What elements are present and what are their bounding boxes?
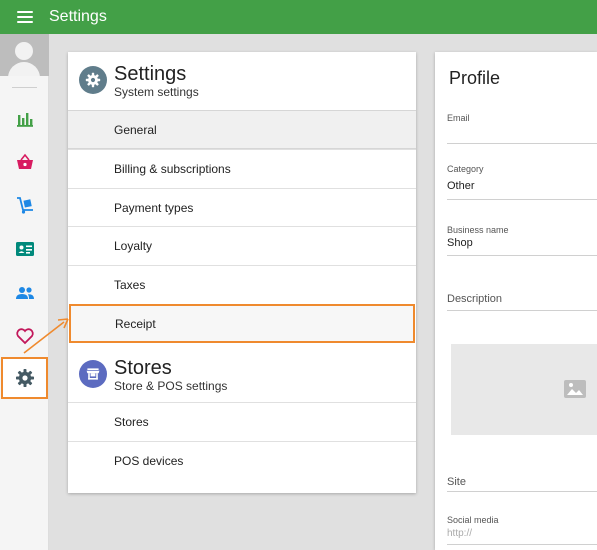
settings-item-label: Stores <box>114 415 149 429</box>
settings-panel: Settings System settings General Billing… <box>68 52 416 493</box>
gear-icon <box>85 72 101 88</box>
sidebar-item-settings[interactable] <box>1 357 48 399</box>
settings-item-label: Taxes <box>114 278 146 292</box>
description-field[interactable]: Description <box>447 293 502 305</box>
business-name-underline <box>447 255 597 256</box>
basket-icon <box>16 153 33 169</box>
stores-section-header: Stores Store & POS settings <box>68 346 416 402</box>
sidebar-item-customers[interactable] <box>0 278 49 308</box>
settings-section-icon <box>79 66 107 94</box>
settings-item-payment-types[interactable]: Payment types <box>68 188 416 227</box>
settings-item-stores[interactable]: Stores <box>68 402 416 441</box>
settings-item-label: Billing & subscriptions <box>114 162 231 176</box>
store-icon <box>86 368 100 380</box>
site-underline <box>447 491 597 492</box>
business-name-field[interactable]: Shop <box>447 237 473 249</box>
sidebar-divider <box>12 87 37 88</box>
sidebar-item-reports[interactable] <box>0 104 49 134</box>
stores-section-title: Stores <box>114 357 172 379</box>
dolly-icon <box>16 197 33 214</box>
sidebar-item-items[interactable] <box>0 190 49 220</box>
avatar[interactable] <box>0 34 49 76</box>
heart-icon <box>15 328 34 345</box>
settings-item-label: POS devices <box>114 454 184 468</box>
image-upload-area[interactable] <box>451 344 597 435</box>
id-card-icon <box>15 242 34 256</box>
social-media-label: Social media <box>447 515 499 525</box>
menu-icon[interactable] <box>17 11 33 23</box>
social-media-underline <box>447 544 597 545</box>
sidebar-item-employees[interactable] <box>0 234 49 264</box>
description-underline <box>447 310 597 311</box>
stores-section-subtitle: Store & POS settings <box>114 379 228 393</box>
settings-item-loyalty[interactable]: Loyalty <box>68 226 416 265</box>
settings-item-label: Receipt <box>115 317 156 331</box>
gear-icon <box>15 369 34 387</box>
settings-item-general[interactable]: General <box>68 110 416 149</box>
social-media-field[interactable]: http:// <box>447 528 472 539</box>
image-icon <box>564 380 586 398</box>
sidebar-item-loyalty[interactable] <box>0 321 49 351</box>
settings-item-receipt[interactable]: Receipt <box>69 304 415 343</box>
settings-item-billing[interactable]: Billing & subscriptions <box>68 149 416 188</box>
sidebar <box>0 34 49 550</box>
sidebar-item-sales[interactable] <box>0 147 49 177</box>
page-title: Settings <box>49 8 107 25</box>
stores-section-icon <box>79 360 107 388</box>
settings-item-pos-devices[interactable]: POS devices <box>68 441 416 480</box>
category-underline <box>447 199 597 200</box>
settings-section-header: Settings System settings <box>68 52 416 108</box>
bar-chart-icon <box>16 113 33 127</box>
email-label: Email <box>447 113 470 123</box>
settings-item-label: Loyalty <box>114 239 153 253</box>
settings-section-title: Settings <box>114 63 187 85</box>
category-label: Category <box>447 164 484 174</box>
settings-item-taxes[interactable]: Taxes <box>68 265 416 304</box>
top-app-bar: Settings <box>0 0 597 34</box>
people-icon <box>15 287 34 299</box>
settings-item-label: General <box>114 123 157 137</box>
site-field[interactable]: Site <box>447 476 466 488</box>
category-select[interactable]: Other <box>447 180 475 192</box>
profile-panel: Profile Email Category Other Business na… <box>435 52 597 550</box>
settings-item-label: Payment types <box>114 201 194 215</box>
business-name-label: Business name <box>447 225 509 235</box>
email-field[interactable] <box>447 143 597 144</box>
settings-section-subtitle: System settings <box>114 85 199 99</box>
profile-title: Profile <box>449 68 501 88</box>
